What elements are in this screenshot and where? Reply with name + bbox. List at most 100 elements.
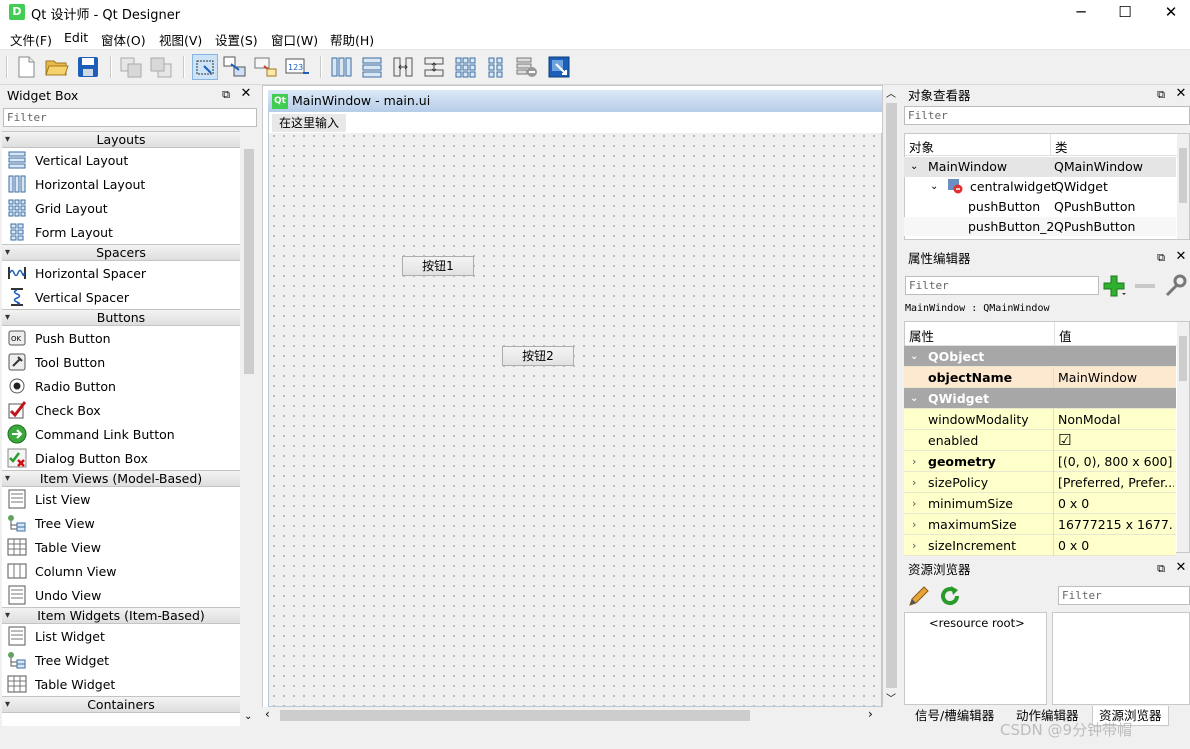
property-row[interactable]: › geometry [(0, 0), 800 x 600] [904, 451, 1176, 472]
float-dock-icon[interactable]: ⧉ [219, 88, 233, 102]
close-button[interactable]: ✕ [1148, 0, 1190, 26]
widget-item[interactable]: Command Link Button [2, 422, 240, 446]
lay-out-horizontally-icon[interactable] [328, 54, 354, 80]
scroll-down-icon[interactable]: ⌄ [244, 711, 252, 722]
widget-item[interactable]: Check Box [2, 398, 240, 422]
expand-arrow-icon[interactable]: › [912, 472, 916, 493]
menu-form[interactable]: 窗体(O) [101, 30, 146, 49]
property-value[interactable]: 0 x 0 [1058, 535, 1174, 556]
property-filter-input[interactable]: Filter [905, 276, 1099, 295]
scrollbar-thumb[interactable] [1179, 336, 1187, 381]
close-dock-icon[interactable]: ✕ [1174, 86, 1188, 101]
close-dock-icon[interactable]: ✕ [239, 86, 253, 101]
menu-settings[interactable]: 设置(S) [215, 30, 258, 49]
expand-arrow-icon[interactable]: ⌄ [930, 177, 938, 197]
expand-arrow-icon[interactable]: › [912, 493, 916, 514]
maximize-button[interactable]: ☐ [1102, 0, 1148, 26]
edit-signals-slots-icon[interactable] [222, 54, 248, 80]
menu-view[interactable]: 视图(V) [159, 30, 202, 49]
category-containers[interactable]: ▾ Containers [2, 696, 240, 713]
widget-item[interactable]: Tree Widget [2, 648, 240, 672]
widget-item[interactable]: Undo View [2, 583, 240, 607]
break-layout-icon[interactable] [514, 54, 540, 80]
send-to-back-icon[interactable] [118, 54, 144, 80]
menu-file[interactable]: 文件(F) [10, 30, 52, 49]
scrollbar-thumb[interactable] [244, 149, 254, 374]
lay-out-horizontal-splitter-icon[interactable] [390, 54, 416, 80]
expand-arrow-icon[interactable]: › [912, 514, 916, 535]
expand-arrow-icon[interactable]: › [912, 451, 916, 472]
property-value[interactable]: 0 x 0 [1058, 493, 1174, 514]
scroll-right-icon[interactable]: › [868, 707, 873, 721]
property-value[interactable]: [Preferred, Prefer... [1058, 472, 1174, 493]
collapse-arrow-icon[interactable]: ⌄ [910, 346, 918, 367]
enabled-checkbox[interactable]: ☑ [1058, 430, 1174, 451]
property-row[interactable]: objectName MainWindow [904, 367, 1176, 388]
canvas-vertical-scrollbar[interactable]: ︿ ﹀ [883, 85, 900, 708]
property-row[interactable]: › maximumSize 16777215 x 1677... [904, 514, 1176, 535]
bring-to-front-icon[interactable] [148, 54, 174, 80]
float-dock-icon[interactable]: ⧉ [1154, 88, 1168, 102]
tree-row-centralwidget[interactable]: ⌄ centralwidget QWidget [904, 177, 1176, 197]
widget-item[interactable]: Vertical Layout [2, 148, 240, 172]
widget-item[interactable]: Horizontal Spacer [2, 261, 240, 285]
property-group-row[interactable]: ⌄ QObject [904, 346, 1176, 367]
scrollbar-thumb[interactable] [886, 103, 897, 688]
form-push-button-1[interactable]: 按钮1 [402, 256, 474, 276]
property-row[interactable]: › sizePolicy [Preferred, Prefer... [904, 472, 1176, 493]
float-dock-icon[interactable]: ⧉ [1154, 562, 1168, 576]
collapse-arrow-icon[interactable]: ⌄ [910, 388, 918, 409]
category-layouts[interactable]: ▾ Layouts [2, 131, 240, 148]
reload-icon[interactable] [938, 584, 962, 608]
edit-resources-pencil-icon[interactable] [907, 584, 931, 608]
object-inspector-filter-input[interactable]: Filter [904, 106, 1190, 125]
tree-row-pushbutton[interactable]: pushButton QPushButton [904, 197, 1176, 217]
lay-out-grid-icon[interactable] [452, 54, 478, 80]
close-dock-icon[interactable]: ✕ [1174, 249, 1188, 264]
expand-arrow-icon[interactable]: ⌄ [910, 157, 918, 177]
category-item-views[interactable]: ▾ Item Views (Model-Based) [2, 470, 240, 487]
resource-root-item[interactable]: <resource root> [929, 616, 1025, 630]
scroll-left-icon[interactable]: ‹ [265, 707, 270, 721]
widget-item[interactable]: Dialog Button Box [2, 446, 240, 470]
remove-property-icon[interactable] [1133, 278, 1157, 294]
widget-item[interactable]: Form Layout [2, 220, 240, 244]
minimize-button[interactable]: ─ [1058, 0, 1104, 26]
close-dock-icon[interactable]: ✕ [1174, 560, 1188, 575]
scrollbar-thumb[interactable] [280, 710, 750, 721]
property-row[interactable]: › minimumSize 0 x 0 [904, 493, 1176, 514]
widget-item[interactable]: Table View [2, 535, 240, 559]
property-row[interactable]: › sizeIncrement 0 x 0 [904, 535, 1176, 556]
widget-item[interactable]: Tool Button [2, 350, 240, 374]
add-dynamic-property-icon[interactable] [1102, 274, 1128, 298]
configure-wrench-icon[interactable] [1163, 274, 1189, 298]
object-tree-scrollbar[interactable] [1177, 134, 1189, 239]
lay-out-form-icon[interactable] [483, 54, 509, 80]
adjust-size-icon[interactable] [546, 54, 572, 80]
widget-item[interactable]: Grid Layout [2, 196, 240, 220]
property-value[interactable]: NonModal [1058, 409, 1174, 430]
tree-row-pushbutton-2[interactable]: pushButton_2 QPushButton [904, 217, 1176, 236]
menu-edit[interactable]: Edit [64, 30, 88, 45]
edit-tab-order-icon[interactable]: 123 [285, 54, 311, 80]
edit-widgets-icon[interactable] [192, 54, 218, 80]
float-dock-icon[interactable]: ⧉ [1154, 251, 1168, 265]
property-value[interactable]: MainWindow [1058, 367, 1174, 388]
form-push-button-2[interactable]: 按钮2 [502, 346, 574, 366]
scrollbar-thumb[interactable] [1179, 148, 1187, 203]
tree-row-mainwindow[interactable]: ⌄ MainWindow QMainWindow [904, 157, 1176, 177]
widget-box-scrollbar[interactable]: ⌄ [241, 131, 257, 726]
form-editor-grid[interactable] [268, 90, 882, 707]
scroll-down-icon[interactable]: ﹀ [886, 690, 896, 705]
property-value[interactable]: [(0, 0), 800 x 600] [1058, 451, 1174, 472]
property-table-scrollbar[interactable] [1177, 322, 1189, 552]
property-value[interactable]: 16777215 x 1677... [1058, 514, 1174, 535]
lay-out-vertical-splitter-icon[interactable] [421, 54, 447, 80]
widget-box-filter-input[interactable]: Filter [3, 108, 257, 127]
widget-item[interactable]: Column View [2, 559, 240, 583]
widget-item[interactable]: List Widget [2, 624, 240, 648]
widget-item[interactable]: Radio Button [2, 374, 240, 398]
property-row[interactable]: enabled ☑ [904, 430, 1176, 451]
category-item-widgets[interactable]: ▾ Item Widgets (Item-Based) [2, 607, 240, 624]
new-file-icon[interactable] [13, 54, 39, 80]
